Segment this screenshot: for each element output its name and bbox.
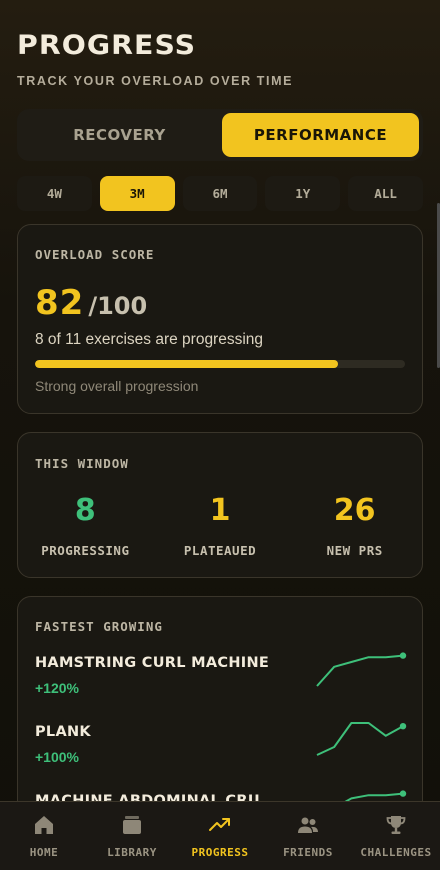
friends-icon — [298, 817, 318, 833]
mode-toggle: RECOVERY PERFORMANCE — [17, 109, 423, 161]
stat-progressing-label: PROGRESSING — [41, 543, 130, 558]
sparkline-path — [316, 654, 404, 687]
performance-tab[interactable]: PERFORMANCE — [222, 113, 419, 157]
fastest-growing-label: FASTEST GROWING — [35, 619, 163, 634]
exercise-name: HAMSTRING CURL MACHINE — [35, 655, 270, 671]
overload-score-max: /100 — [88, 292, 148, 320]
stat-plateaued: 1 PLATEAUED — [153, 493, 288, 558]
period-all[interactable]: ALL — [348, 176, 423, 211]
exercise-growth: +120% — [35, 680, 79, 696]
stat-new-prs-value: 26 — [333, 493, 376, 528]
exercise-sparkline — [316, 652, 407, 687]
period-1y[interactable]: 1Y — [265, 176, 341, 211]
overload-description: 8 of 11 exercises are progressing — [35, 331, 264, 348]
overload-note: Strong overall progression — [35, 378, 199, 394]
this-window-label: THIS WINDOW — [35, 456, 129, 471]
nav-progress-label: PROGRESS — [191, 846, 249, 859]
period-selector: 4W 3M 6M 1Y ALL — [17, 176, 423, 211]
nav-library[interactable]: LIBRARY — [88, 802, 176, 870]
stat-new-prs: 26 NEW PRS — [287, 493, 422, 558]
bottom-nav: HOME LIBRARY PROGRESS FRIENDS CHALLENGES — [0, 801, 440, 870]
stat-plateaued-value: 1 — [209, 493, 231, 528]
sparkline-path — [316, 722, 404, 756]
nav-library-label: LIBRARY — [107, 846, 157, 859]
trending-up-icon — [209, 818, 230, 831]
score-row: 82 /100 — [35, 283, 147, 323]
period-6m[interactable]: 6M — [182, 176, 258, 211]
home-icon — [35, 816, 53, 834]
nav-friends-label: FRIENDS — [283, 846, 333, 859]
page-subtitle: TRACK YOUR OVERLOAD OVER TIME — [17, 74, 294, 88]
nav-challenges[interactable]: CHALLENGES — [352, 802, 440, 870]
nav-challenges-label: CHALLENGES — [360, 846, 432, 859]
exercise-row[interactable]: PLANK +100% — [35, 722, 407, 774]
exercise-name: PLANK — [35, 724, 91, 740]
window-stats: 8 PROGRESSING 1 PLATEAUED 26 NEW PRS — [18, 493, 422, 558]
nav-progress[interactable]: PROGRESS — [176, 802, 264, 870]
overload-score-value: 82 — [35, 283, 85, 323]
recovery-tab[interactable]: RECOVERY — [21, 113, 218, 157]
stat-plateaued-label: PLATEAUED — [183, 543, 257, 558]
sparkline-endpoint — [399, 790, 407, 797]
nav-friends[interactable]: FRIENDS — [264, 802, 352, 870]
stat-new-prs-label: NEW PRS — [326, 543, 383, 558]
exercise-row[interactable]: HAMSTRING CURL MACHINE +120% — [35, 652, 407, 705]
nav-home-label: HOME — [29, 846, 59, 859]
exercise-growth: +100% — [35, 749, 79, 765]
sparkline-endpoint — [399, 652, 407, 659]
stat-progressing: 8 PROGRESSING — [18, 493, 153, 558]
overload-score-label: OVERLOAD SCORE — [35, 247, 155, 262]
stat-progressing-value: 8 — [74, 493, 96, 528]
this-window-card: THIS WINDOW 8 PROGRESSING 1 PLATEAUED 26… — [17, 432, 423, 578]
overload-progress-fill — [35, 360, 339, 368]
page-title: PROGRESS — [17, 30, 197, 61]
overload-score-card: OVERLOAD SCORE 82 /100 8 of 11 exercises… — [17, 224, 423, 414]
trophy-icon — [386, 816, 406, 834]
overload-progress-bar — [35, 360, 405, 368]
nav-home[interactable]: HOME — [0, 802, 88, 870]
exercise-sparkline — [316, 722, 407, 756]
library-icon — [123, 816, 141, 834]
sparkline-endpoint — [399, 723, 407, 730]
period-3m[interactable]: 3M — [99, 176, 175, 211]
period-4w[interactable]: 4W — [17, 176, 92, 211]
